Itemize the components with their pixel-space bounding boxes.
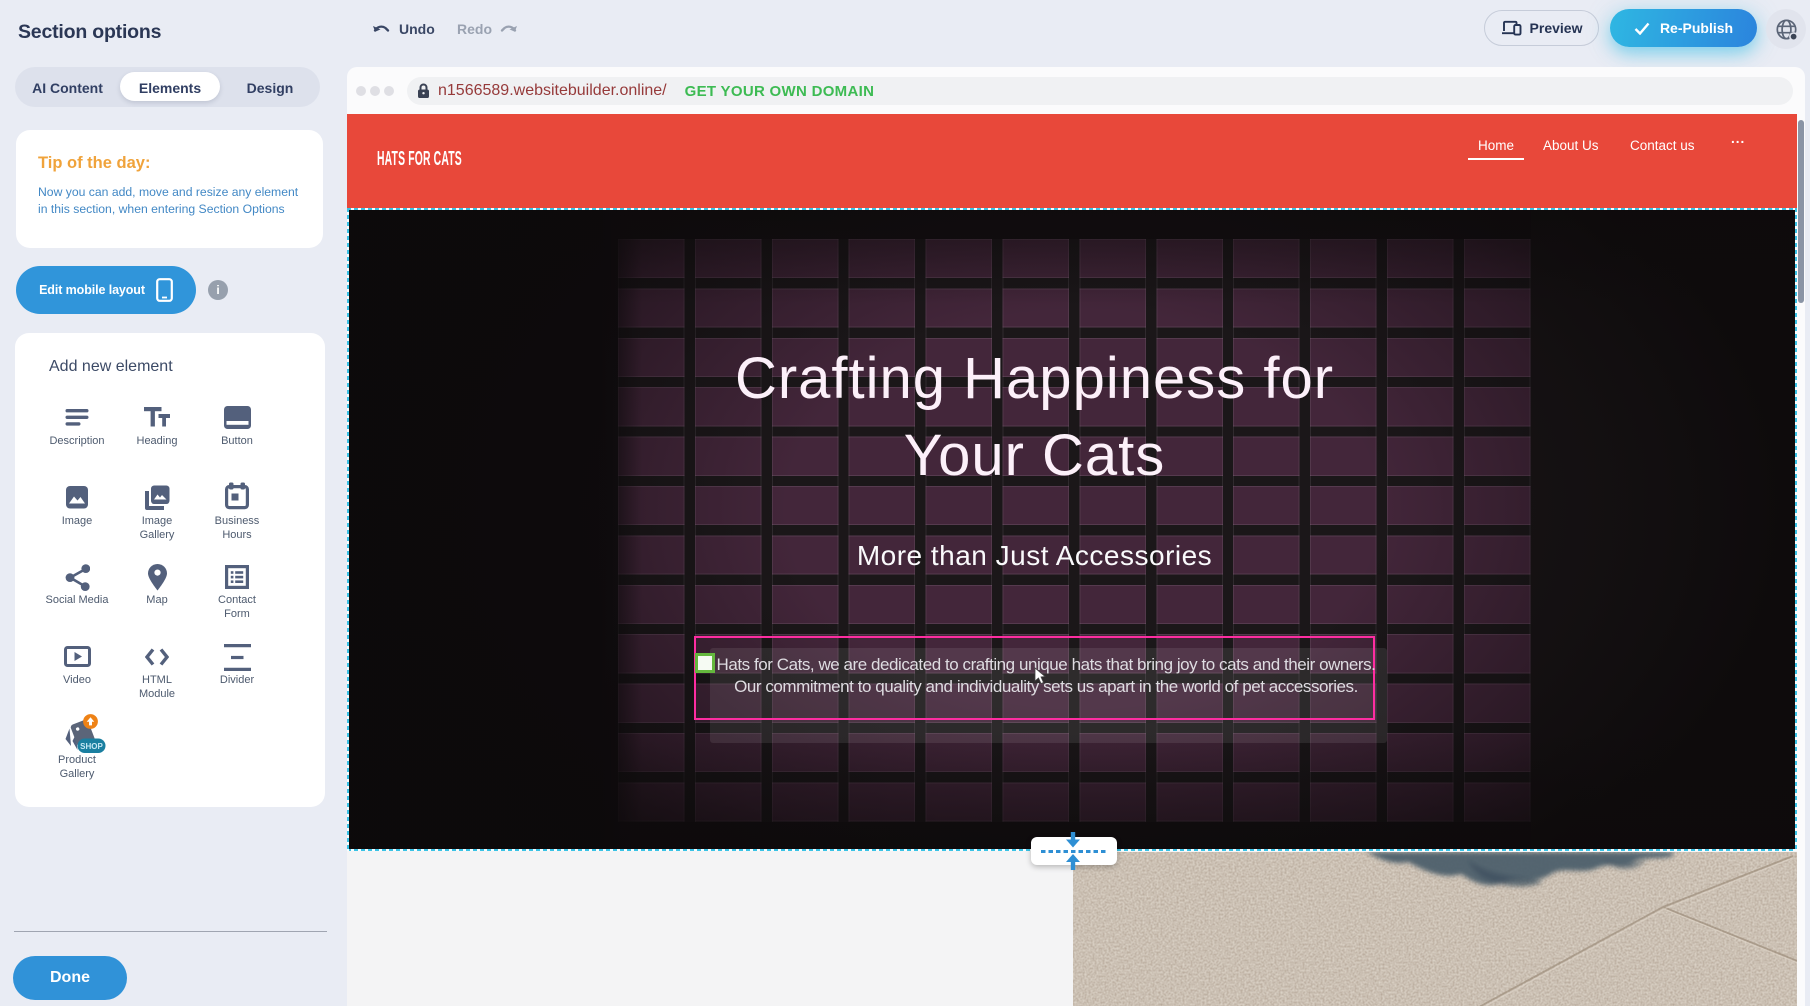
svg-text:SHOP: SHOP [80,742,103,751]
